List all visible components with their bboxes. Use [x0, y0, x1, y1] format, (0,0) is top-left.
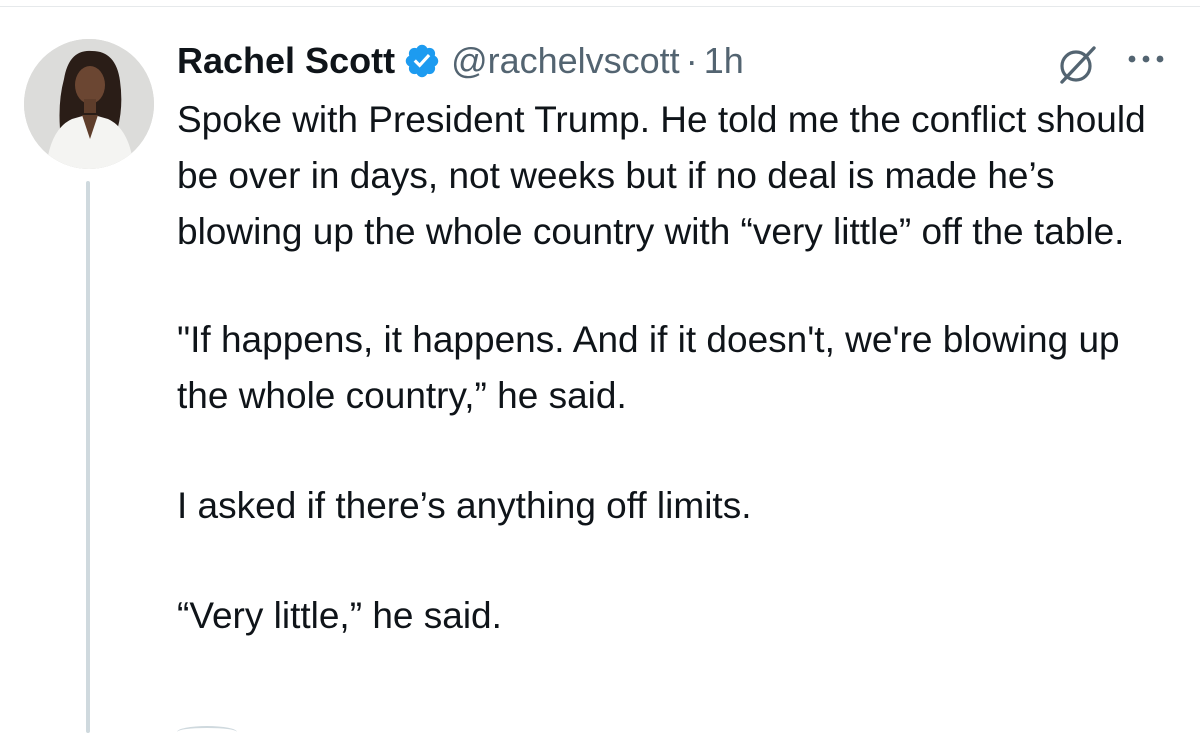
avatar-image	[24, 39, 154, 169]
display-name[interactable]: Rachel Scott	[177, 36, 395, 86]
tweet-text: Spoke with President Trump. He told me t…	[177, 92, 1177, 698]
tweet-header: Rachel Scott @rachelvscott · 1h	[177, 36, 744, 86]
user-handle[interactable]: @rachelvscott	[451, 36, 680, 86]
tweet-paragraph: Spoke with President Trump. He told me t…	[177, 99, 1146, 252]
tweet-paragraph: "If happens, it happens. And if it doesn…	[177, 319, 1120, 416]
separator-dot: ·	[685, 40, 698, 81]
timestamp[interactable]: 1h	[704, 36, 744, 86]
grok-icon[interactable]	[1056, 42, 1100, 86]
more-icon[interactable]	[1122, 44, 1170, 74]
tweet-paragraph: I asked if there’s anything off limits.	[177, 485, 752, 526]
tweet-paragraph: “Very little,” he said.	[177, 595, 502, 636]
avatar[interactable]	[24, 39, 154, 169]
action-bar-hint	[177, 726, 237, 738]
verified-badge-icon[interactable]	[403, 42, 441, 80]
thread-line	[86, 181, 90, 733]
top-divider	[0, 6, 1200, 7]
